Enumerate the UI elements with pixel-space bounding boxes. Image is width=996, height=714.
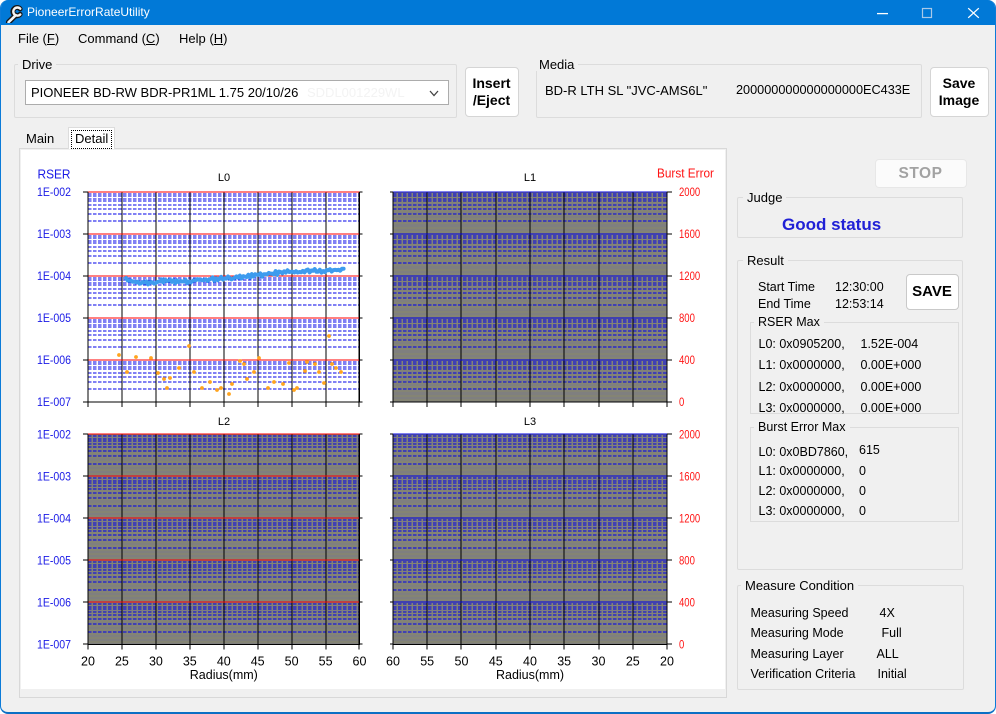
svg-text:45: 45	[251, 655, 265, 669]
svg-text:1E-002: 1E-002	[37, 187, 71, 199]
svg-text:2000: 2000	[679, 430, 700, 442]
svg-text:Radius(mm): Radius(mm)	[190, 668, 258, 682]
svg-text:1200: 1200	[679, 514, 700, 526]
svg-text:Radius(mm): Radius(mm)	[496, 668, 564, 682]
svg-text:800: 800	[679, 556, 695, 568]
svg-text:1E-004: 1E-004	[37, 271, 72, 283]
svg-text:30: 30	[149, 655, 163, 669]
svg-text:40: 40	[217, 655, 231, 669]
svg-text:50: 50	[455, 655, 469, 669]
svg-text:400: 400	[679, 355, 695, 367]
svg-text:1600: 1600	[679, 229, 700, 241]
svg-text:35: 35	[557, 655, 571, 669]
svg-text:1E-006: 1E-006	[37, 355, 71, 367]
svg-text:55: 55	[420, 655, 434, 669]
svg-text:1E-002: 1E-002	[37, 430, 71, 442]
svg-text:55: 55	[319, 655, 333, 669]
svg-text:0: 0	[679, 640, 684, 652]
svg-text:1E-007: 1E-007	[37, 397, 71, 409]
svg-text:400: 400	[679, 598, 695, 610]
svg-text:1E-005: 1E-005	[37, 556, 71, 568]
svg-text:0: 0	[679, 397, 684, 409]
svg-text:35: 35	[183, 655, 197, 669]
svg-text:1200: 1200	[679, 271, 700, 283]
svg-text:1E-005: 1E-005	[37, 313, 71, 325]
svg-text:1E-006: 1E-006	[37, 598, 71, 610]
svg-text:1600: 1600	[679, 472, 700, 484]
svg-text:50: 50	[285, 655, 299, 669]
svg-text:40: 40	[523, 655, 537, 669]
svg-text:2000: 2000	[679, 187, 700, 199]
svg-text:30: 30	[592, 655, 606, 669]
svg-text:800: 800	[679, 313, 695, 325]
svg-text:60: 60	[386, 655, 400, 669]
svg-text:25: 25	[115, 655, 129, 669]
svg-text:1E-003: 1E-003	[37, 229, 71, 241]
svg-text:25: 25	[626, 655, 640, 669]
svg-text:1E-003: 1E-003	[37, 472, 71, 484]
svg-text:20: 20	[660, 655, 674, 669]
svg-text:L2: L2	[218, 416, 230, 428]
svg-text:RSER: RSER	[38, 168, 71, 182]
svg-text:1E-004: 1E-004	[37, 514, 72, 526]
svg-text:L1: L1	[524, 172, 536, 184]
svg-text:L0: L0	[218, 172, 230, 184]
svg-text:20: 20	[81, 655, 95, 669]
svg-text:1E-007: 1E-007	[37, 640, 71, 652]
svg-text:60: 60	[353, 655, 367, 669]
svg-text:45: 45	[489, 655, 503, 669]
svg-text:Burst Error: Burst Error	[657, 167, 714, 181]
svg-text:L3: L3	[524, 416, 536, 428]
